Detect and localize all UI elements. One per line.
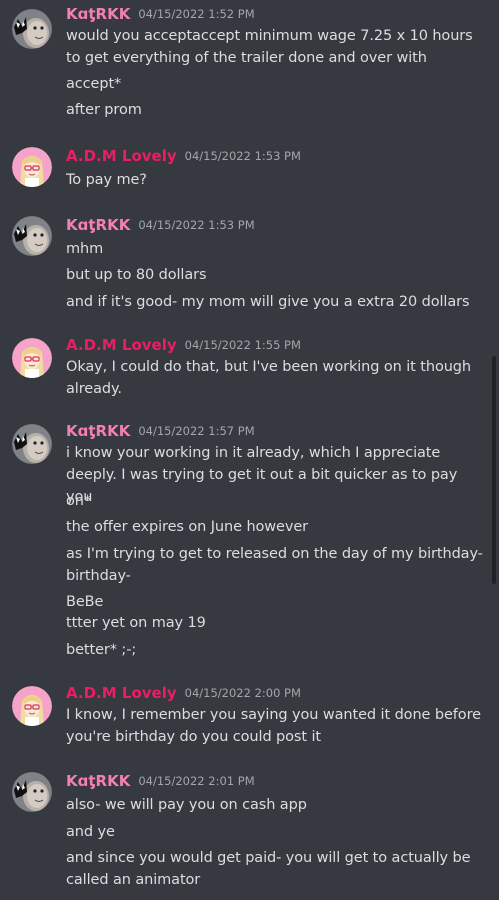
message-text: as I'm trying to get to released on the … bbox=[66, 546, 483, 584]
katrkk-avatar[interactable] bbox=[12, 216, 52, 256]
message-text: BeBe bbox=[66, 594, 104, 610]
message-text: accept* bbox=[66, 76, 122, 92]
message-header: KɑƫRKK 04/15/2022 1:52 PM bbox=[66, 3, 255, 25]
message-text: and if it's good- my mom will give you a… bbox=[66, 294, 470, 310]
message-text: on* bbox=[66, 493, 92, 509]
timestamp: 04/15/2022 1:55 PM bbox=[184, 338, 301, 352]
message-text: and ye bbox=[66, 824, 115, 840]
username[interactable]: KɑƫRKK bbox=[66, 214, 130, 236]
message-text: and since you would get paid- you will g… bbox=[66, 850, 471, 888]
message-text: after prom bbox=[66, 102, 142, 118]
username[interactable]: A.D.M Lovely bbox=[66, 145, 177, 167]
katrkk-avatar[interactable] bbox=[12, 424, 52, 464]
message-text: but up to 80 dollars bbox=[66, 267, 207, 283]
message-text: better* ;-; bbox=[66, 642, 137, 658]
adm-avatar[interactable] bbox=[12, 338, 52, 378]
message-text: mhm bbox=[66, 241, 104, 257]
message-header: KɑƫRKK 04/15/2022 1:53 PM bbox=[66, 214, 255, 236]
message-text: I know, I remember you saying you wanted… bbox=[66, 707, 481, 745]
message-header: KɑƫRKK 04/15/2022 1:57 PM bbox=[66, 420, 255, 442]
username[interactable]: KɑƫRKK bbox=[66, 420, 130, 442]
username[interactable]: A.D.M Lovely bbox=[66, 334, 177, 356]
username[interactable]: KɑƫRKK bbox=[66, 3, 130, 25]
timestamp: 04/15/2022 2:00 PM bbox=[184, 686, 301, 700]
message-text: also- we will pay you on cash app bbox=[66, 797, 307, 813]
adm-avatar[interactable] bbox=[12, 147, 52, 187]
message-text: To pay me? bbox=[66, 172, 147, 188]
adm-avatar[interactable] bbox=[12, 686, 52, 726]
katrkk-avatar[interactable] bbox=[12, 9, 52, 49]
katrkk-avatar[interactable] bbox=[12, 772, 52, 812]
message-header: A.D.M Lovely 04/15/2022 1:55 PM bbox=[66, 334, 301, 356]
scrollbar-thumb[interactable] bbox=[492, 356, 496, 584]
message-header: A.D.M Lovely 04/15/2022 1:53 PM bbox=[66, 145, 301, 167]
message-text: the offer expires on June however bbox=[66, 519, 309, 535]
timestamp: 04/15/2022 2:01 PM bbox=[138, 774, 255, 788]
message-text: ttter yet on may 19 bbox=[66, 615, 206, 631]
message-header: KɑƫRKK 04/15/2022 2:01 PM bbox=[66, 770, 255, 792]
timestamp: 04/15/2022 1:57 PM bbox=[138, 424, 255, 438]
timestamp: 04/15/2022 1:53 PM bbox=[138, 218, 255, 232]
username[interactable]: A.D.M Lovely bbox=[66, 682, 177, 704]
message-header: A.D.M Lovely 04/15/2022 2:00 PM bbox=[66, 682, 301, 704]
timestamp: 04/15/2022 1:52 PM bbox=[138, 7, 255, 21]
username[interactable]: KɑƫRKK bbox=[66, 770, 130, 792]
chat-message-list[interactable]: KɑƫRKK 04/15/2022 1:52 PM would you accep… bbox=[0, 0, 499, 900]
message-text: would you acceptaccept minimum wage 7.25… bbox=[66, 28, 473, 66]
timestamp: 04/15/2022 1:53 PM bbox=[184, 149, 301, 163]
message-text: Okay, I could do that, but I've been wor… bbox=[66, 359, 472, 397]
